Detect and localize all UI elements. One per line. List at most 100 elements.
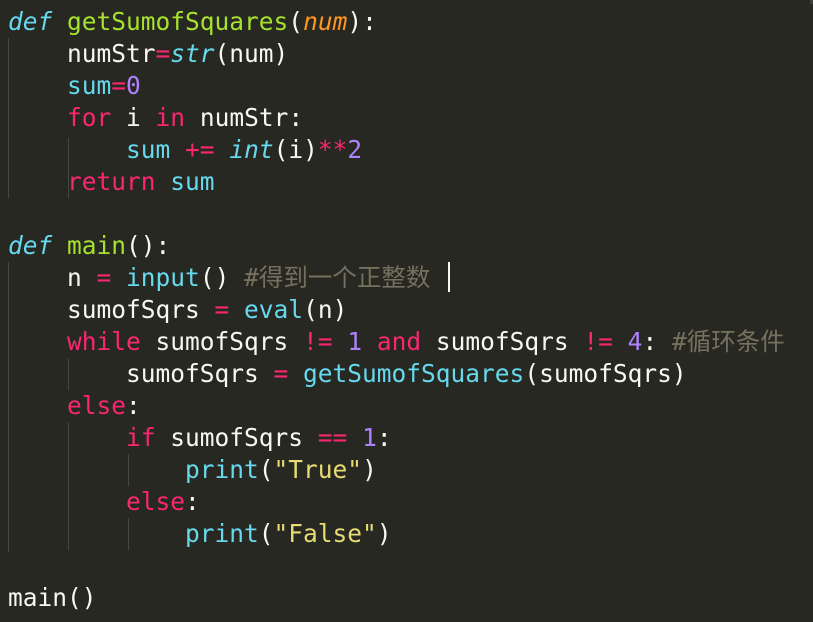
code-token-plain: numStr: [8, 39, 156, 68]
code-token-plain: i: [111, 103, 156, 132]
code-line[interactable]: main(): [8, 582, 97, 614]
code-token-plain: (sumofSqrs): [524, 359, 687, 388]
code-token-keyword: =: [96, 263, 112, 292]
code-token-number: 4: [627, 327, 643, 356]
code-line[interactable]: def main():: [8, 230, 170, 262]
code-token-plain: main(): [8, 583, 97, 612]
code-token-keyword: +=: [185, 135, 215, 164]
code-line[interactable]: print("False"): [8, 518, 392, 550]
code-line[interactable]: else:: [8, 486, 200, 518]
code-token-storage: input: [126, 263, 200, 292]
code-token-plain: sumofSqrs: [8, 295, 215, 324]
code-line[interactable]: print("True"): [8, 454, 377, 486]
code-token-plain: sumofSqrs: [140, 327, 304, 356]
code-token-comment: #得到一个正整数: [244, 263, 431, 292]
code-token-string: "True": [273, 455, 363, 484]
code-token-storage: sum: [170, 167, 215, 196]
code-token-number: 2: [347, 135, 363, 164]
code-token-plain: (: [258, 519, 274, 548]
code-token-parameter: num: [303, 7, 348, 36]
code-line[interactable]: numStr=str(num): [8, 38, 288, 70]
code-token-plain: ):: [347, 7, 377, 36]
code-token-plain: ): [376, 519, 392, 548]
code-token-storage: print: [185, 519, 259, 548]
code-token-number: 0: [126, 71, 141, 100]
code-token-plain: numStr:: [185, 103, 304, 132]
code-token-keyword: !=: [583, 327, 613, 356]
text-cursor: [448, 262, 450, 292]
code-token-comment: #循环条件: [671, 327, 785, 356]
code-line[interactable]: def getSumofSquares(num):: [8, 6, 377, 38]
code-token-keyword: =: [111, 71, 127, 100]
code-token-function_name: main: [67, 231, 127, 260]
code-editor[interactable]: def getSumofSquares(num): numStr=str(num…: [0, 0, 813, 622]
code-line[interactable]: while sumofSqrs != 1 and sumofSqrs != 4:…: [8, 326, 785, 358]
code-token-keyword: **: [317, 135, 348, 164]
code-token-plain: :: [126, 391, 141, 420]
code-token-string: "False": [273, 519, 377, 548]
code-token-plain: ():: [126, 231, 171, 260]
code-token-keyword: if: [126, 423, 156, 452]
code-line[interactable]: sumofSqrs = getSumofSquares(sumofSqrs): [8, 358, 687, 390]
code-token-storage: sum: [67, 71, 112, 100]
code-token-function_name: getSumofSquares: [67, 7, 289, 36]
code-token-plain: :: [185, 487, 200, 516]
code-line[interactable]: n = input() #得到一个正整数: [8, 262, 430, 294]
code-token-plain: (n): [303, 295, 348, 324]
code-token-plain: ): [362, 455, 377, 484]
code-token-storage: eval: [244, 295, 304, 324]
code-line[interactable]: sum += int(i)**2: [8, 134, 362, 166]
code-token-number: 1: [347, 327, 363, 356]
code-token-plain: :: [376, 423, 392, 452]
code-token-storage-italic: def: [8, 231, 53, 260]
code-token-storage: sum: [126, 135, 171, 164]
code-token-plain: :: [642, 327, 672, 356]
code-token-storage-italic: str: [170, 39, 215, 68]
code-line[interactable]: sum=0: [8, 70, 141, 102]
code-token-keyword: while: [67, 327, 141, 356]
code-token-plain: (): [199, 263, 245, 292]
code-token-plain: (num): [214, 39, 289, 68]
code-token-storage: print: [185, 455, 259, 484]
code-token-keyword: =: [155, 39, 171, 68]
code-token-storage-italic: def: [8, 7, 53, 36]
code-token-storage: getSumofSquares: [303, 359, 525, 388]
code-token-keyword: =: [214, 295, 230, 324]
code-line[interactable]: return sum: [8, 166, 215, 198]
code-token-plain: (: [258, 455, 274, 484]
code-token-keyword: else: [67, 391, 127, 420]
code-token-plain: (: [288, 7, 304, 36]
code-token-keyword: in: [155, 103, 186, 132]
code-line[interactable]: sumofSqrs = eval(n): [8, 294, 347, 326]
code-token-keyword: for: [67, 103, 112, 132]
code-line[interactable]: for i in numStr:: [8, 102, 303, 134]
code-token-plain: sumofSqrs: [8, 359, 274, 388]
code-token-plain: sumofSqrs: [421, 327, 584, 356]
code-token-keyword: !=: [303, 327, 333, 356]
code-token-plain: n: [8, 263, 97, 292]
code-token-number: 1: [362, 423, 377, 452]
code-line[interactable]: if sumofSqrs == 1:: [8, 422, 392, 454]
code-line[interactable]: else:: [8, 390, 141, 422]
code-token-keyword: return: [67, 167, 156, 196]
code-token-keyword: else: [126, 487, 186, 516]
code-token-keyword: =: [273, 359, 289, 388]
